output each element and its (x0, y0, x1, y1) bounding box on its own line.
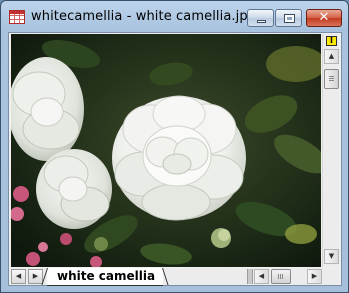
tab-split-handle[interactable] (247, 269, 253, 284)
middle-camellia (36, 149, 112, 229)
worksheet-app-icon[interactable] (9, 10, 25, 24)
scroll-up-button[interactable]: ▲ (324, 49, 339, 64)
sheet-tab-white-camellia[interactable]: white camellia (47, 268, 164, 286)
large-camellia (112, 95, 246, 221)
maximize-icon (284, 14, 295, 23)
sheet-tab-bar: ◀ ▶ white camellia ◀ ▶ (11, 268, 339, 286)
workbook-area: I ▲ ▼ ◀ ▶ white camellia ◀ ▶ (8, 32, 342, 286)
scrollbar-corner (324, 268, 339, 285)
left-camellia (11, 57, 84, 161)
scroll-right-button[interactable]: ▶ (307, 269, 322, 284)
maximize-button[interactable] (275, 9, 302, 27)
previous-sheet-button[interactable]: ◀ (11, 269, 26, 284)
scroll-down-button[interactable]: ▼ (324, 249, 339, 264)
minimize-icon (257, 20, 266, 23)
window-title: whitecamellia - white camellia.jp... (31, 9, 261, 24)
close-icon: ✕ (318, 10, 330, 25)
vertical-scrollbar[interactable]: I ▲ ▼ (322, 34, 339, 267)
next-sheet-button[interactable]: ▶ (28, 269, 43, 284)
horizontal-scroll-thumb[interactable] (271, 269, 291, 284)
title-bar[interactable]: whitecamellia - white camellia.jp... ✕ (1, 1, 348, 32)
scroll-left-button[interactable]: ◀ (254, 269, 269, 284)
camellia-image[interactable] (11, 34, 321, 267)
close-button[interactable]: ✕ (306, 9, 342, 27)
camellia-photo-svg (11, 34, 321, 267)
split-box-icon[interactable]: I (326, 36, 337, 46)
vertical-scroll-thumb[interactable] (324, 69, 339, 89)
minimize-button[interactable] (247, 9, 274, 27)
app-window: whitecamellia - white camellia.jp... ✕ I… (0, 0, 349, 293)
